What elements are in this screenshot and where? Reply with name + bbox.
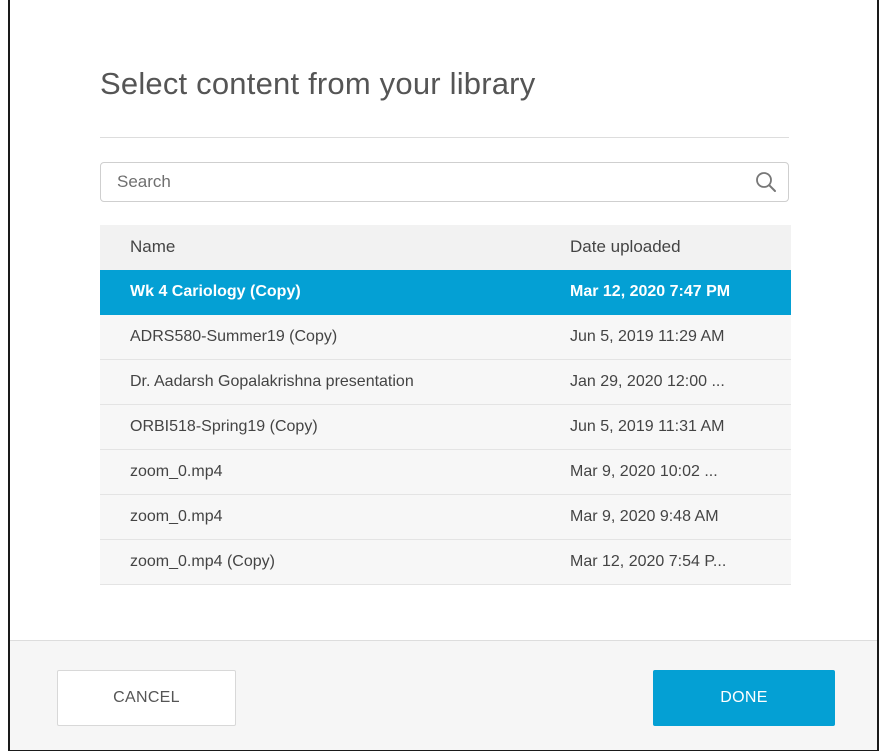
dialog-title: Select content from your library	[100, 66, 536, 101]
table-body: Wk 4 Cariology (Copy) Mar 12, 2020 7:47 P…	[100, 270, 791, 585]
table-row[interactable]: ADRS580-Summer19 (Copy) Jun 5, 2019 11:29…	[100, 315, 791, 360]
search-input[interactable]	[101, 163, 741, 201]
row-date-uploaded: Mar 12, 2020 7:47 PM	[570, 283, 731, 300]
table-row[interactable]: zoom_0.mp4 Mar 9, 2020 9:48 AM	[100, 495, 791, 540]
row-date-uploaded: Mar 9, 2020 10:02 ...	[570, 463, 718, 480]
title-divider	[100, 137, 789, 138]
row-date-uploaded: Jun 5, 2019 11:31 AM	[570, 418, 725, 435]
done-button[interactable]: DONE	[653, 670, 835, 726]
library-dialog: Select content from your library Name Da…	[8, 0, 879, 751]
row-name: zoom_0.mp4	[130, 508, 223, 525]
table-row[interactable]: ORBI518-Spring19 (Copy) Jun 5, 2019 11:31…	[100, 405, 791, 450]
table-row[interactable]: zoom_0.mp4 Mar 9, 2020 10:02 ...	[100, 450, 791, 495]
row-name: ADRS580-Summer19 (Copy)	[130, 328, 338, 345]
search-icon[interactable]	[754, 170, 778, 194]
row-date-uploaded: Mar 12, 2020 7:54 P...	[570, 553, 727, 570]
cancel-button[interactable]: CANCEL	[57, 670, 236, 726]
table-header: Name Date uploaded	[100, 225, 791, 270]
row-date-uploaded: Jun 5, 2019 11:29 AM	[570, 328, 725, 345]
row-name: zoom_0.mp4 (Copy)	[130, 553, 275, 570]
column-header-date[interactable]: Date uploaded	[570, 237, 681, 257]
row-name: Dr. Aadarsh Gopalakrishna presentation	[130, 373, 414, 390]
row-name: Wk 4 Cariology (Copy)	[130, 283, 301, 300]
row-name: ORBI518-Spring19 (Copy)	[130, 418, 318, 435]
row-date-uploaded: Jan 29, 2020 12:00 ...	[570, 373, 725, 390]
dialog-footer: CANCEL DONE	[10, 640, 877, 750]
content-table: Name Date uploaded Wk 4 Cariology (Copy)…	[100, 225, 791, 585]
table-row[interactable]: Wk 4 Cariology (Copy) Mar 12, 2020 7:47 P…	[100, 270, 791, 315]
table-row[interactable]: zoom_0.mp4 (Copy) Mar 12, 2020 7:54 P...	[100, 540, 791, 585]
row-date-uploaded: Mar 9, 2020 9:48 AM	[570, 508, 719, 525]
row-name: zoom_0.mp4	[130, 463, 223, 480]
table-row[interactable]: Dr. Aadarsh Gopalakrishna presentation Ja…	[100, 360, 791, 405]
column-header-name[interactable]: Name	[130, 237, 175, 257]
search-box	[100, 162, 789, 202]
